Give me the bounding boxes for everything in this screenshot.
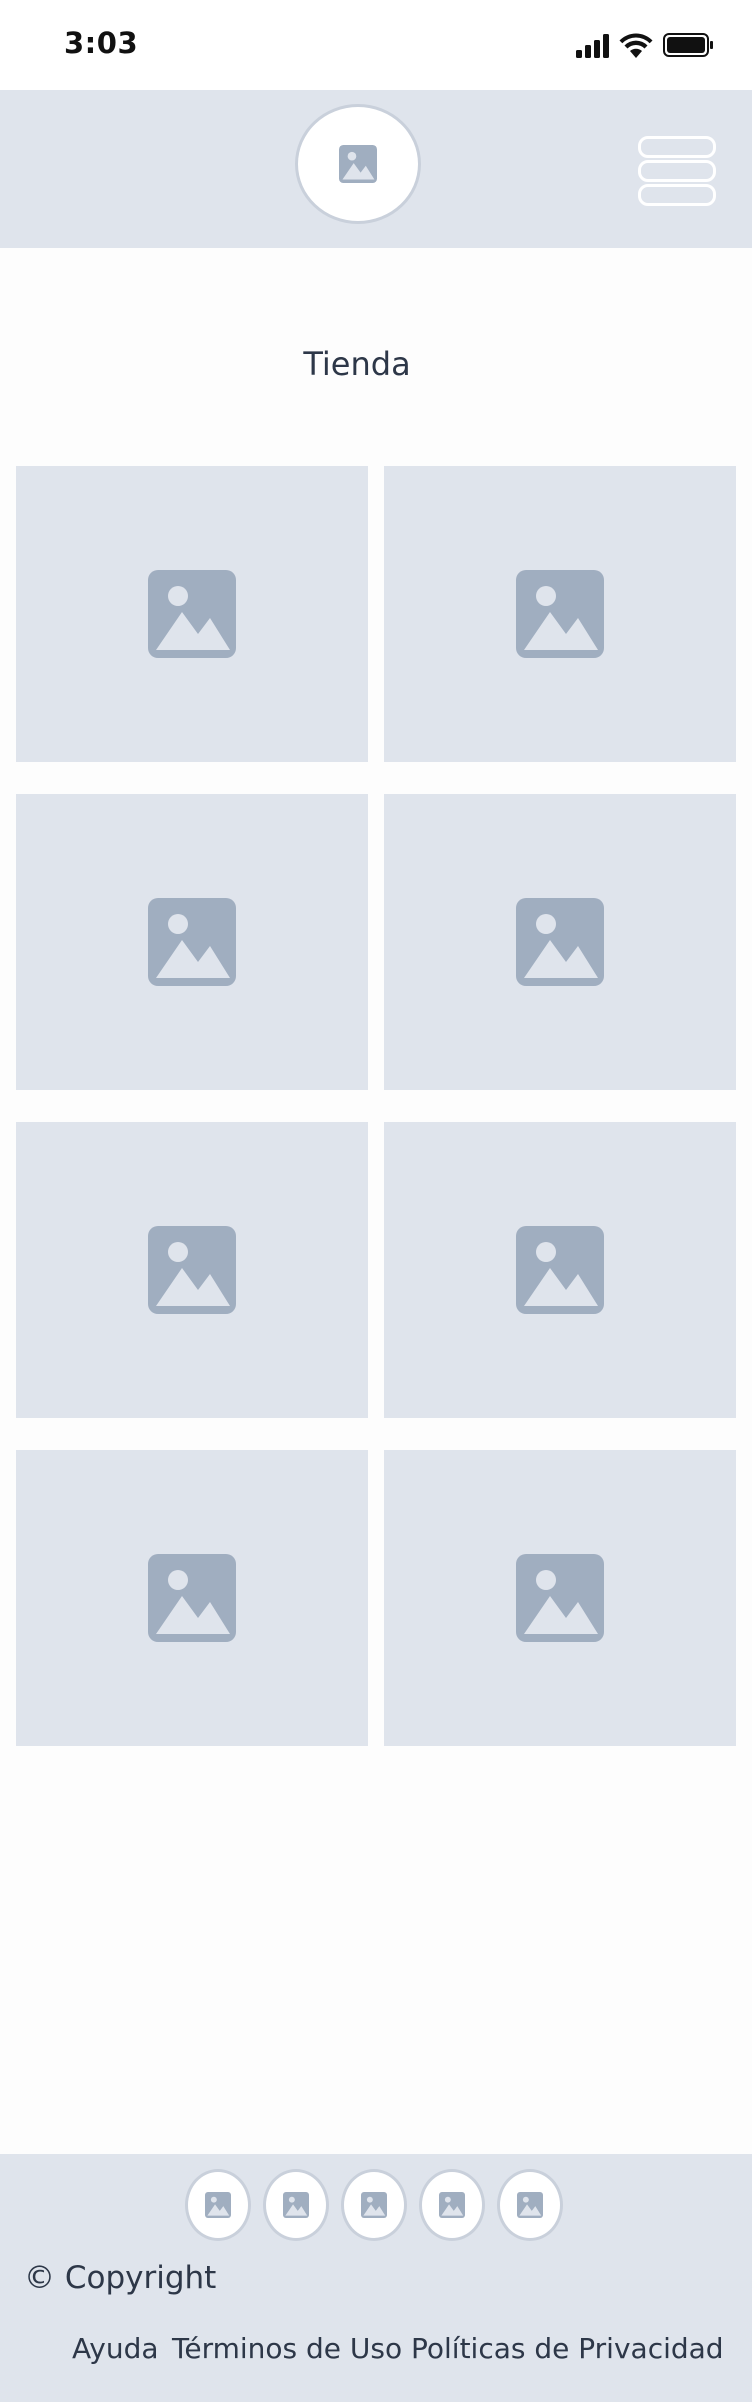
social-link[interactable] bbox=[419, 2169, 485, 2241]
signal-icon bbox=[576, 34, 609, 58]
footer-link-privacy[interactable]: Políticas de Privacidad bbox=[411, 2332, 724, 2365]
page-title: Tienda bbox=[303, 345, 411, 383]
image-placeholder-icon bbox=[148, 1554, 236, 1642]
status-time: 3:03 bbox=[64, 26, 139, 60]
product-card[interactable] bbox=[16, 1450, 368, 1746]
header bbox=[0, 90, 752, 248]
image-placeholder-icon bbox=[517, 2192, 543, 2218]
image-placeholder-icon bbox=[361, 2192, 387, 2218]
image-placeholder-icon bbox=[516, 898, 604, 986]
hamburger-menu-icon[interactable] bbox=[638, 136, 716, 206]
image-placeholder-icon bbox=[516, 1554, 604, 1642]
social-link[interactable] bbox=[185, 2169, 251, 2241]
battery-icon bbox=[663, 33, 713, 57]
image-placeholder-icon bbox=[339, 145, 377, 183]
product-card[interactable] bbox=[16, 466, 368, 762]
social-link[interactable] bbox=[341, 2169, 407, 2241]
footer-link-terms[interactable]: Términos de Uso bbox=[172, 2332, 402, 2365]
status-icons bbox=[576, 32, 716, 60]
wifi-icon bbox=[619, 33, 653, 58]
image-placeholder-icon bbox=[148, 898, 236, 986]
product-card[interactable] bbox=[384, 1122, 736, 1418]
product-card[interactable] bbox=[384, 466, 736, 762]
social-link[interactable] bbox=[497, 2169, 563, 2241]
image-placeholder-icon bbox=[516, 1226, 604, 1314]
image-placeholder-icon bbox=[148, 1226, 236, 1314]
image-placeholder-icon bbox=[439, 2192, 465, 2218]
product-card[interactable] bbox=[384, 794, 736, 1090]
status-bar: 3:03 bbox=[0, 0, 752, 90]
product-card[interactable] bbox=[384, 1450, 736, 1746]
copyright: © Copyright bbox=[24, 2260, 217, 2296]
image-placeholder-icon bbox=[283, 2192, 309, 2218]
product-card[interactable] bbox=[16, 794, 368, 1090]
social-link[interactable] bbox=[263, 2169, 329, 2241]
product-card[interactable] bbox=[16, 1122, 368, 1418]
footer-link-help[interactable]: Ayuda bbox=[72, 2332, 159, 2365]
footer: © Copyright Ayuda Términos de Uso Políti… bbox=[0, 2154, 752, 2402]
image-placeholder-icon bbox=[205, 2192, 231, 2218]
logo[interactable] bbox=[295, 104, 421, 224]
image-placeholder-icon bbox=[148, 570, 236, 658]
image-placeholder-icon bbox=[516, 570, 604, 658]
